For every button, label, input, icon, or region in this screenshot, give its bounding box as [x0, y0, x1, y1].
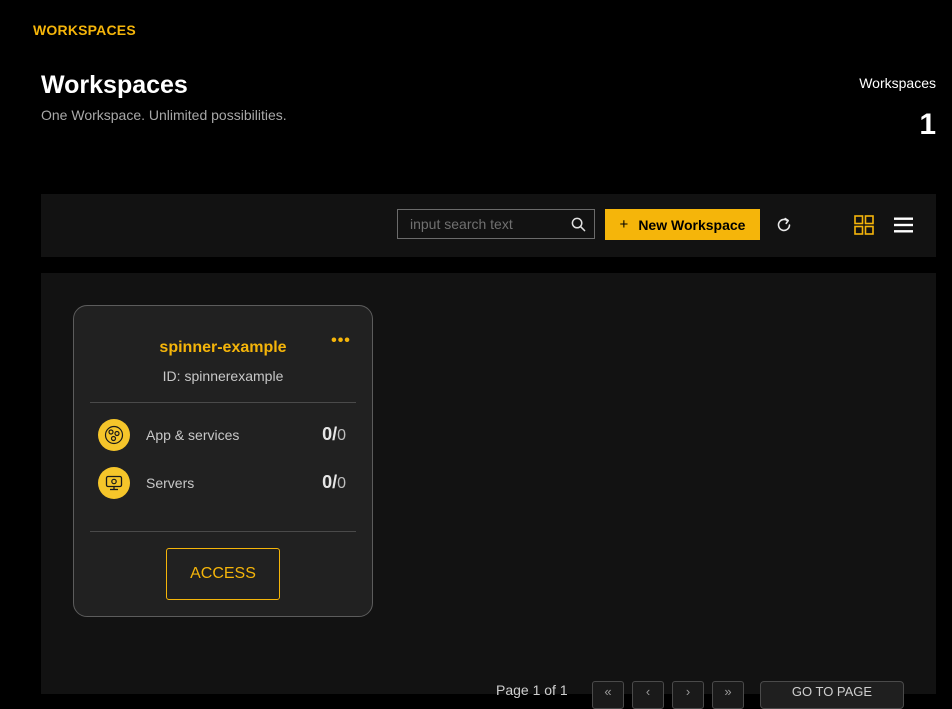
metric-value: 0/0	[322, 424, 346, 444]
first-page-button[interactable]: «	[592, 681, 624, 709]
new-workspace-button[interactable]: + New Workspace	[605, 209, 760, 240]
new-workspace-label: New Workspace	[638, 216, 746, 233]
refresh-icon[interactable]	[775, 216, 793, 234]
metric-apps: App & services 0/0	[98, 419, 348, 451]
grid-view-icon[interactable]	[854, 215, 874, 235]
metric-label: Servers	[146, 475, 195, 491]
page-title: Workspaces	[41, 71, 188, 99]
access-button[interactable]: ACCESS	[166, 548, 280, 600]
search-icon[interactable]	[571, 217, 586, 232]
workspace-id-value: spinnerexample	[184, 368, 284, 384]
search-input[interactable]	[398, 210, 563, 238]
go-to-page-button[interactable]: GO TO PAGE	[760, 681, 904, 709]
workspace-count-value: 1	[919, 108, 936, 141]
brand-label: WORKSPACES	[33, 22, 136, 38]
last-page-button[interactable]: »	[712, 681, 744, 709]
server-icon	[98, 467, 130, 499]
next-page-button[interactable]: ›	[672, 681, 704, 709]
apps-icon	[98, 419, 130, 451]
divider	[90, 531, 356, 532]
metric-servers: Servers 0/0	[98, 467, 348, 499]
page-subtitle: One Workspace. Unlimited possibilities.	[41, 107, 287, 123]
divider	[90, 402, 356, 403]
prev-page-button[interactable]: ‹	[632, 681, 664, 709]
workspace-name[interactable]: spinner-example	[74, 339, 372, 357]
workspace-count-label: Workspaces	[859, 75, 936, 91]
workspace-card: spinner-example ••• ID: spinnerexample Ap…	[73, 305, 373, 617]
toolbar: + New Workspace	[41, 194, 936, 257]
workspace-id-label: ID:	[162, 368, 181, 384]
page-indicator: Page 1 of 1	[496, 682, 568, 698]
metric-value: 0/0	[322, 472, 346, 492]
metric-label: App & services	[146, 427, 240, 443]
plus-icon: +	[619, 216, 629, 233]
workspace-list-panel: spinner-example ••• ID: spinnerexample Ap…	[41, 273, 936, 709]
more-options-icon[interactable]: •••	[329, 332, 353, 349]
workspace-id: ID: spinnerexample	[74, 368, 372, 384]
list-view-icon[interactable]	[893, 216, 914, 234]
search-box	[397, 209, 595, 239]
